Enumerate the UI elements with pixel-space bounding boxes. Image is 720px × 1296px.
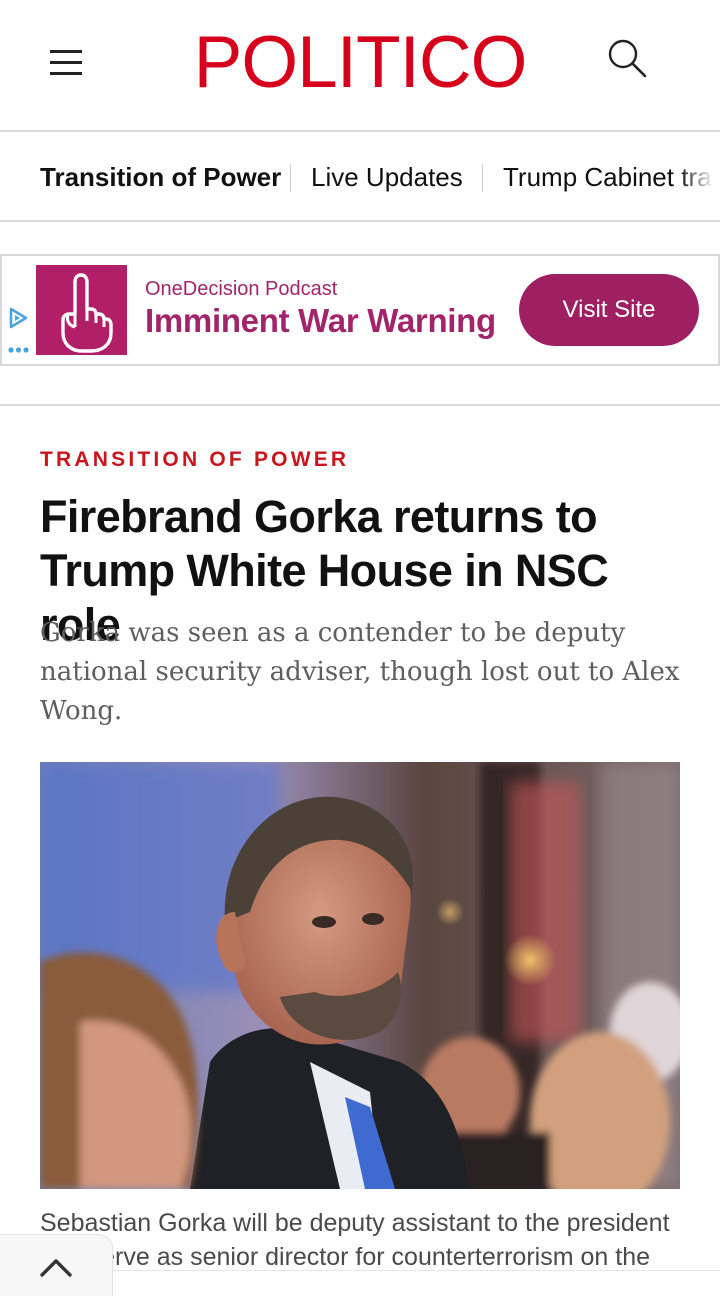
- advertisement-banner[interactable]: OneDecision Podcast Imminent War Warning…: [0, 254, 720, 366]
- search-icon[interactable]: [606, 38, 650, 82]
- page: POLITICO Transition of Power Live Update…: [0, 0, 720, 1296]
- ad-sponsor-name[interactable]: OneDecision Podcast: [145, 278, 337, 301]
- ad-headline[interactable]: Imminent War Warning: [145, 302, 496, 340]
- adchoices-icon[interactable]: [6, 306, 32, 356]
- raised-finger-hand-icon[interactable]: [36, 265, 127, 355]
- tab-live-updates[interactable]: Live Updates: [311, 161, 463, 193]
- site-logo[interactable]: POLITICO: [180, 22, 540, 102]
- tabs-scroll-fade: [680, 134, 720, 220]
- article-kicker[interactable]: TRANSITION OF POWER: [40, 448, 349, 472]
- section-tabs: Transition of Power Live Updates Trump C…: [0, 134, 720, 222]
- visit-site-button[interactable]: Visit Site: [519, 274, 699, 346]
- article-dek: Gorka was seen as a contender to be depu…: [40, 618, 680, 726]
- hamburger-menu-icon[interactable]: [48, 48, 84, 78]
- article-photo[interactable]: [40, 762, 680, 1189]
- chevron-up-icon: [40, 1259, 72, 1277]
- tab-divider: [290, 164, 291, 192]
- back-to-top-button[interactable]: [0, 1234, 113, 1296]
- section-divider: [0, 404, 720, 406]
- tab-transition-of-power[interactable]: Transition of Power: [40, 161, 281, 193]
- tab-divider: [482, 164, 483, 192]
- site-header: POLITICO: [0, 0, 720, 132]
